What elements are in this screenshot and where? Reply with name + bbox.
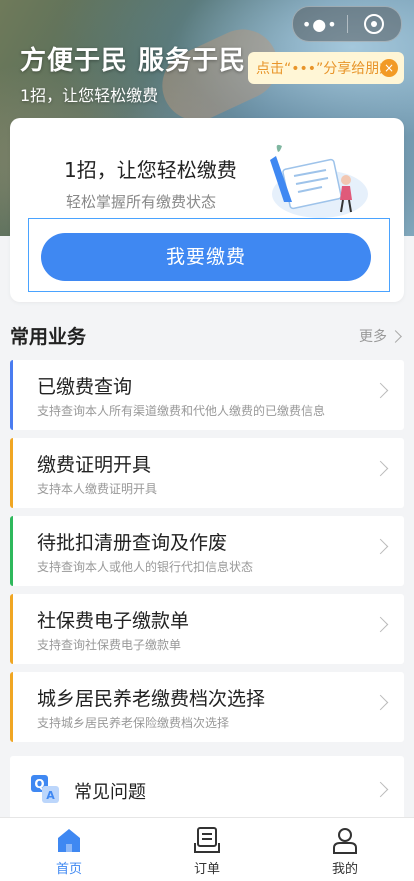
home-icon — [58, 829, 80, 852]
pay-card-headline: 1招，让您轻松缴费 — [64, 158, 237, 182]
chevron-right-icon — [372, 382, 389, 399]
service-name: 缴费证明开具 — [37, 454, 152, 476]
more-dots-icon[interactable]: •●• — [293, 15, 347, 34]
qa-icon: Q A — [31, 775, 59, 803]
chevron-right-icon — [372, 616, 389, 633]
more-label: 更多 — [359, 329, 387, 345]
close-icon[interactable]: × — [380, 59, 398, 77]
bottom-tab-bar: 首页 订单 我的 — [0, 817, 414, 881]
service-name: 社保费电子缴款单 — [37, 610, 190, 632]
pay-button[interactable]: 我要缴费 — [41, 233, 371, 281]
faq-label: 常见问题 — [74, 782, 146, 803]
service-name: 待批扣清册查询及作废 — [37, 532, 228, 554]
chevron-right-icon — [389, 329, 402, 343]
mini-program-capsule: •●• — [292, 6, 402, 42]
chevron-right-icon — [372, 781, 389, 798]
payment-illustration-icon — [270, 144, 368, 218]
service-desc: 支持本人缴费证明开具 — [37, 482, 158, 496]
tab-label: 首页 — [55, 862, 82, 877]
service-item-pending-deduction[interactable]: 待批扣清册查询及作废 支持查询本人或他人的银行代扣信息状态 — [10, 516, 404, 586]
tab-label: 订单 — [193, 862, 220, 877]
faq-item[interactable]: Q A 常见问题 — [10, 756, 404, 822]
more-link[interactable]: 更多 — [359, 326, 402, 346]
order-icon — [194, 827, 220, 853]
chevron-right-icon — [372, 694, 389, 711]
service-desc: 支持查询本人所有渠道缴费和代他人缴费的已缴费信息 — [37, 404, 326, 418]
service-item-paid-query[interactable]: 已缴费查询 支持查询本人所有渠道缴费和代他人缴费的已缴费信息 — [10, 360, 404, 430]
service-name: 已缴费查询 — [37, 376, 133, 398]
share-tip: 点击“•••”分享给朋友 × — [248, 52, 404, 84]
section-title: 常用业务 — [10, 326, 87, 348]
chevron-right-icon — [372, 538, 389, 555]
tab-profile[interactable]: 我的 — [276, 818, 414, 881]
service-item-pension-tier[interactable]: 城乡居民养老缴费档次选择 支持城乡居民养老保险缴费档次选择 — [10, 672, 404, 742]
share-tip-text: 点击“•••”分享给朋友 — [256, 61, 394, 77]
tab-home[interactable]: 首页 — [0, 818, 138, 881]
service-desc: 支持查询社保费电子缴款单 — [37, 638, 182, 652]
pay-card: 1招，让您轻松缴费 轻松掌握所有缴费状态 我要缴费 — [10, 118, 404, 302]
pay-button-frame: 我要缴费 — [28, 218, 390, 292]
service-item-e-payment-slip[interactable]: 社保费电子缴款单 支持查询社保费电子缴款单 — [10, 594, 404, 664]
service-desc: 支持城乡居民养老保险缴费档次选择 — [37, 716, 230, 730]
svg-text:A: A — [46, 789, 55, 802]
target-icon[interactable] — [347, 14, 401, 34]
service-item-payment-certificate[interactable]: 缴费证明开具 支持本人缴费证明开具 — [10, 438, 404, 508]
hero-title: 方便于民 服务于民 — [20, 46, 247, 76]
pay-card-subline: 轻松掌握所有缴费状态 — [66, 193, 217, 211]
tab-orders[interactable]: 订单 — [138, 818, 276, 881]
tab-label: 我的 — [331, 862, 358, 877]
service-desc: 支持查询本人或他人的银行代扣信息状态 — [37, 560, 254, 574]
profile-icon — [333, 828, 357, 854]
service-name: 城乡居民养老缴费档次选择 — [37, 688, 266, 710]
chevron-right-icon — [372, 460, 389, 477]
hero-subtitle: 1招，让您轻松缴费 — [20, 86, 159, 105]
